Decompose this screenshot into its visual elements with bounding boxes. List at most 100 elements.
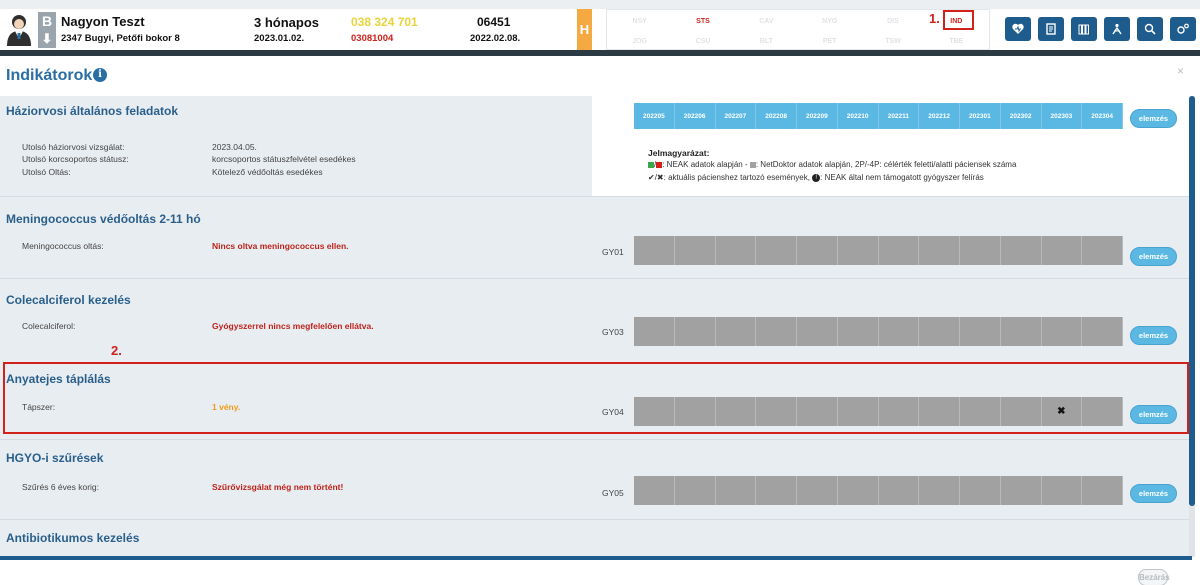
month-cell <box>756 317 797 346</box>
row-value: 2023.04.05. <box>212 142 257 152</box>
month-cell <box>878 476 920 505</box>
month-cell <box>1041 317 1083 346</box>
ind-highlight-box <box>943 10 974 30</box>
status-tab-tbe[interactable]: TBE <box>949 38 963 45</box>
month-cell <box>715 476 757 505</box>
exclamation-icon: ! <box>812 173 821 182</box>
month-cell <box>960 476 1001 505</box>
indicator-code: GY01 <box>602 247 624 257</box>
row-value: Nincs oltva meningococcus ellen. <box>212 241 349 251</box>
search-zoom-icon[interactable] <box>1137 17 1163 41</box>
month-cell <box>837 317 879 346</box>
month-cell <box>756 476 797 505</box>
month-cell <box>1041 476 1083 505</box>
patient-address: 2347 Bugyi, Petőfi bokor 8 <box>61 33 180 44</box>
month-cell <box>1041 236 1083 265</box>
status-tab-cav[interactable]: CAV <box>759 18 773 25</box>
month-header: 202301 <box>960 103 1001 129</box>
month-header: 202208 <box>756 103 797 129</box>
status-tab-csu[interactable]: CSU <box>696 38 711 45</box>
status-tab-dis[interactable]: DIS <box>887 18 899 25</box>
section-general: Háziorvosi általános feladatok Utolsó há… <box>0 96 1192 196</box>
patient-type-badge[interactable]: B ⬇ <box>38 12 56 48</box>
month-cell <box>715 317 757 346</box>
section-meningococcus: Meningococcus védőoltás 2-11 hó Meningoc… <box>0 197 1192 277</box>
playground-icon[interactable] <box>1104 17 1130 41</box>
info-icon[interactable]: i <box>93 68 107 82</box>
indicator-code: GY03 <box>602 327 624 337</box>
month-cell <box>1082 317 1123 346</box>
legend-title: Jelmagyarázat: <box>648 148 710 158</box>
elemzes-button[interactable]: elemzés <box>1130 326 1177 345</box>
month-header: 202302 <box>1000 103 1042 129</box>
section-title-general: Háziorvosi általános feladatok <box>6 104 179 118</box>
elemzes-button[interactable]: elemzés <box>1130 109 1177 128</box>
close-button[interactable]: Bezárás <box>1138 569 1170 585</box>
elemzes-button[interactable]: elemzés <box>1130 484 1177 503</box>
patient-type-letter: B <box>41 13 53 29</box>
status-tab-nyo[interactable]: NYO <box>822 18 837 25</box>
month-cells <box>634 476 1123 505</box>
header-strip <box>0 0 1200 9</box>
elemzes-button[interactable]: elemzés <box>1130 247 1177 266</box>
status-tab-nsy[interactable]: NSY <box>632 18 646 25</box>
section-antibiotikum: Antibiotikumos kezelés <box>0 520 1192 557</box>
month-cell <box>837 236 879 265</box>
legend-text: : NEAK adatok alapján - <box>662 160 750 169</box>
h-badge[interactable]: H <box>577 9 592 50</box>
month-cell <box>634 236 675 265</box>
month-header: 202207 <box>715 103 757 129</box>
close-icon[interactable]: × <box>1177 64 1184 78</box>
patient-header: B ⬇ Nagyon Teszt 2347 Bugyi, Petőfi boko… <box>0 0 1200 54</box>
modal-header: Indikátorok i × <box>0 56 1200 96</box>
month-cell <box>797 476 838 505</box>
status-tab-pet[interactable]: PET <box>823 38 837 45</box>
month-cell <box>797 317 838 346</box>
legend-text: : NetDoktor adatok alapján, 2P/-4P: célé… <box>755 160 1017 169</box>
month-header: 202211 <box>878 103 920 129</box>
month-header: 202205 <box>634 103 675 129</box>
row-label: Utolsó korcsoportos státusz: <box>22 154 129 164</box>
row-label: Colecalciferol: <box>22 321 76 331</box>
patient-name: Nagyon Teszt <box>61 14 145 29</box>
indicators-list[interactable]: Háziorvosi általános feladatok Utolsó há… <box>0 96 1192 557</box>
month-cell <box>674 236 716 265</box>
month-header: 202209 <box>797 103 838 129</box>
month-header: 202206 <box>674 103 716 129</box>
row-label: Szűrés 6 éves korig: <box>22 482 100 492</box>
month-cell <box>919 236 960 265</box>
month-cell <box>960 236 1001 265</box>
indicator-code: GY05 <box>602 488 624 498</box>
month-cell <box>1000 317 1042 346</box>
heart-icon[interactable] <box>1005 17 1031 41</box>
month-header: 202303 <box>1041 103 1083 129</box>
section-hgyo: HGYO-i szűrések Szűrés 6 éves korig: Szű… <box>0 440 1192 520</box>
status-tab-blt[interactable]: BLT <box>760 38 773 45</box>
toolbar-icons <box>1005 17 1196 41</box>
section-title-antibiotikum: Antibiotikumos kezelés <box>6 531 140 545</box>
month-cell <box>960 317 1001 346</box>
annotation-marker-1: 1. <box>929 11 940 26</box>
books-icon[interactable] <box>1071 17 1097 41</box>
document-icon[interactable] <box>1038 17 1064 41</box>
month-cells <box>634 236 1123 265</box>
row-value: Kötelező védőoltás esedékes <box>212 167 323 177</box>
status-tab-sts[interactable]: STS <box>696 18 710 25</box>
patient-taj: 03081004 <box>351 33 394 44</box>
row-value: Szűrővizsgálat még nem történt! <box>212 482 344 492</box>
section-title-hgyo: HGYO-i szűrések <box>6 451 104 465</box>
status-tab-jog[interactable]: JOG <box>632 38 647 45</box>
legend-line-1: /: NEAK adatok alapján - : NetDoktor ada… <box>648 160 1016 169</box>
patient-birth-date: 2023.01.02. <box>254 33 305 44</box>
month-header-row: 202205 202206 202207 202208 202209 20221… <box>634 103 1123 129</box>
row-value: korcsoportos státuszfelvétel esedékes <box>212 154 356 164</box>
month-header: 202210 <box>837 103 879 129</box>
scrollbar-thumb[interactable] <box>1189 96 1195 506</box>
month-cell <box>674 317 716 346</box>
month-cell <box>1000 476 1042 505</box>
status-tab-tsw[interactable]: TSW <box>885 38 901 45</box>
arrow-down-icon: ⬇ <box>41 31 53 46</box>
settings-icon[interactable] <box>1170 17 1196 41</box>
row-label: Utolsó Oltás: <box>22 167 71 177</box>
row-value: Gyógyszerrel nincs megfelelően ellátva. <box>212 321 374 331</box>
